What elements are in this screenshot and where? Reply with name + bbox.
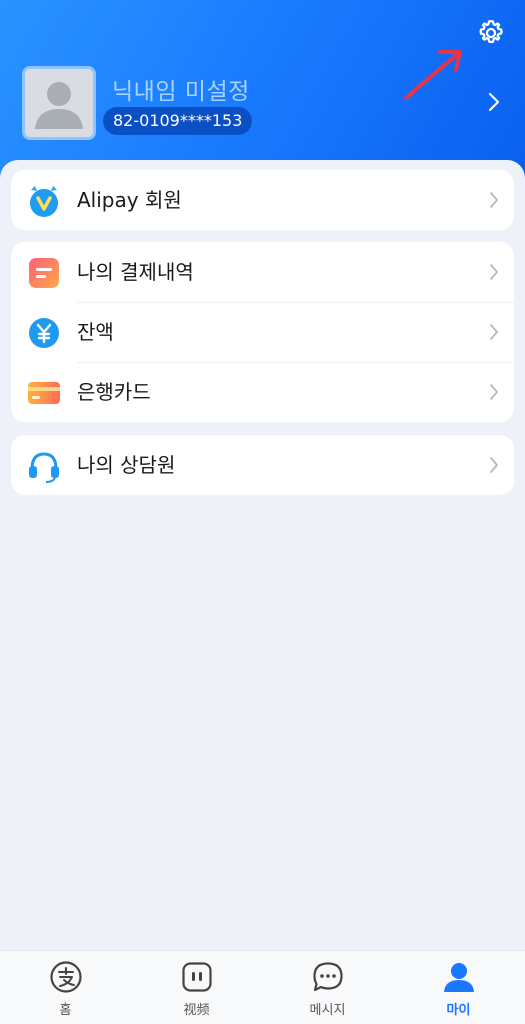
phone-number-badge: 82-0109****153 (103, 107, 253, 135)
gear-icon (479, 20, 503, 44)
bottom-tab-bar: 홈 视频 메시지 마이 (0, 950, 525, 1024)
tab-label: 메시지 (309, 1003, 346, 1018)
chevron-right-icon (490, 457, 498, 473)
chevron-right-icon (490, 264, 498, 280)
person-placeholder-icon (35, 82, 83, 129)
menu-item-label: 나의 결제내역 (77, 260, 194, 284)
alipay-logo-icon (49, 961, 82, 993)
chevron-right-icon[interactable] (484, 90, 504, 114)
finance-card: 나의 결제내역 잔액 은행카드 (11, 242, 514, 422)
annotation-arrow (404, 50, 462, 100)
menu-item-membership[interactable]: Alipay 회원 (11, 170, 514, 230)
person-icon (443, 963, 474, 992)
tab-label: 마이 (446, 1003, 471, 1018)
menu-item-support[interactable]: 나의 상담원 (11, 435, 514, 495)
tab-label: 视频 (183, 1003, 210, 1018)
menu-item-balance[interactable]: 잔액 (11, 302, 514, 362)
card-icon (27, 376, 61, 410)
membership-card: Alipay 회원 (11, 170, 514, 230)
chevron-right-icon (490, 384, 498, 400)
tab-label: 홈 (59, 1003, 72, 1018)
nickname[interactable]: 닉내임 미설정 (112, 72, 250, 106)
chevron-right-icon (490, 324, 498, 340)
video-icon (181, 962, 212, 992)
support-card: 나의 상담원 (11, 435, 514, 495)
tab-video[interactable]: 视频 (131, 951, 262, 1024)
settings-button[interactable] (470, 12, 512, 54)
tab-my[interactable]: 마이 (393, 951, 524, 1024)
bill-icon (27, 256, 61, 290)
menu-item-label: 잔액 (77, 320, 114, 344)
chevron-right-icon (490, 192, 498, 208)
menu-item-bank-card[interactable]: 은행카드 (11, 362, 514, 422)
menu-item-label: 나의 상담원 (77, 453, 176, 477)
menu-item-label: 은행카드 (77, 380, 151, 404)
tab-home[interactable]: 홈 (0, 951, 131, 1024)
yuan-coin-icon (27, 316, 61, 350)
menu-item-payment-history[interactable]: 나의 결제내역 (11, 242, 514, 302)
vip-badge-icon (27, 184, 61, 218)
headset-icon (27, 449, 61, 483)
menu-area: Alipay 회원 나의 결제내역 잔액 은행카드 나의 상담원 (0, 160, 525, 950)
avatar[interactable] (22, 66, 96, 140)
menu-item-label: Alipay 회원 (77, 188, 182, 212)
tab-messages[interactable]: 메시지 (262, 951, 393, 1024)
chat-bubble-icon (312, 962, 343, 992)
